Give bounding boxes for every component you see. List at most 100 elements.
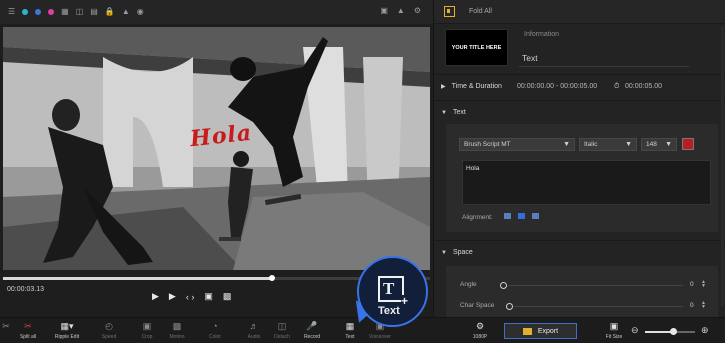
prev-next-icon[interactable]: ‹ › <box>186 292 195 302</box>
tool-ripple-edit[interactable]: ▦▾ Ripple Edit <box>51 321 83 340</box>
duration-value: 00:00:05.00 <box>625 83 662 90</box>
zoom-in-icon[interactable]: ⊕ <box>701 325 709 336</box>
current-timecode: 00:00:03.13 <box>7 286 44 293</box>
panel-toggle-icon[interactable] <box>444 6 455 17</box>
play-frame-icon[interactable]: ▶​ <box>169 291 176 302</box>
font-color-swatch[interactable] <box>682 138 694 150</box>
stepper-icon[interactable]: ▲ ▼ <box>701 280 706 289</box>
fold-all-label: Fold All <box>469 8 492 15</box>
panel-header: Fold All <box>434 0 725 24</box>
export-button[interactable]: Export <box>504 323 577 339</box>
tool-record[interactable]: 🎤 Record <box>296 321 328 340</box>
export-icon <box>522 327 532 335</box>
playback-controls: ▶ ▶​ ‹ › ▣ ▩ <box>152 291 231 302</box>
display-settings-icon[interactable]: ▩ <box>223 291 232 302</box>
angle-slider-handle[interactable] <box>500 282 507 289</box>
tool-color[interactable]: ◔ Color <box>199 321 231 340</box>
properties-panel: Fold All YOUR TITLE HERE Information Tex… <box>433 0 725 317</box>
fullscreen-icon[interactable]: ▣ <box>204 291 213 302</box>
resolution-button[interactable]: ⚙ 1080P <box>464 321 496 340</box>
export-label: Export <box>537 327 559 335</box>
time-duration-section-header[interactable]: ▶ Time & Duration <box>441 83 502 90</box>
video-editor-window: ☰ ▦ ◫ ▤ 🔒 ▲ ◉ ▣ ▲ ⚙ Hola 00:00:03.13 ▶ ▶… <box>0 0 725 343</box>
title-thumbnail[interactable]: YOUR TITLE HERE <box>445 29 508 66</box>
zoom-handle[interactable] <box>669 328 677 335</box>
fit-size-button[interactable]: ▣ Fit Size <box>598 321 630 340</box>
layers-icon[interactable]: ▤ <box>90 8 98 16</box>
align-left-icon[interactable] <box>504 213 511 219</box>
color-dot-blue[interactable] <box>35 9 42 15</box>
grid-icon[interactable]: ▦ <box>61 8 69 16</box>
tool-detach[interactable]: ◫ Detach <box>266 321 298 340</box>
audio-icon: ♬ <box>249 321 259 331</box>
information-value[interactable]: Text <box>522 53 538 63</box>
fold-all-button[interactable]: Fold All <box>469 8 492 15</box>
information-label: Information <box>524 31 560 38</box>
tool-label: Text <box>345 334 355 340</box>
settings-icon[interactable]: ⚙ <box>414 7 421 15</box>
zoom-slider[interactable]: ⊖ ⊕ <box>631 325 711 336</box>
space-section-header[interactable]: ▼ Space <box>441 249 473 256</box>
expand-arrow-icon: ▼ <box>441 249 447 256</box>
color-dot-pink[interactable] <box>48 9 55 15</box>
tool-label: Color <box>209 334 221 340</box>
tool-label: Record <box>303 334 321 340</box>
tool-label: Crop <box>141 334 153 340</box>
scissors-icon: ✂ <box>2 321 10 331</box>
callout-label: Text <box>378 305 400 317</box>
font-family-value: Brush Script MT <box>464 141 511 148</box>
time-range-value: 00:00:00.00 - 00:00:05.00 <box>517 83 598 90</box>
resolution-icon: ⚙ <box>475 321 485 331</box>
video-preview[interactable]: Hola <box>3 27 430 270</box>
angle-slider-track[interactable] <box>508 285 683 286</box>
scrubber-progress <box>3 277 272 280</box>
play-icon[interactable]: ▶ <box>152 291 159 302</box>
char-space-value[interactable]: 0 <box>690 302 694 309</box>
chevron-down-icon: ▼ <box>625 141 632 148</box>
information-underline <box>519 66 689 67</box>
eye-icon[interactable]: ◉ <box>137 8 144 16</box>
library-icon[interactable]: ☰ <box>8 8 15 16</box>
text-section-header[interactable]: ▼ Text <box>441 109 466 116</box>
align-right-icon[interactable] <box>532 213 539 219</box>
tool-label: Detach <box>274 334 290 340</box>
text-icon: ▦ <box>345 321 355 331</box>
align-center-icon[interactable] <box>518 213 525 219</box>
stepper-icon[interactable]: ▲ ▼ <box>701 301 706 310</box>
tool-label: Split all <box>19 334 37 340</box>
color-icon: ◔ <box>212 321 218 331</box>
scrubber-handle[interactable] <box>269 275 275 281</box>
space-section-label: Space <box>452 249 473 256</box>
microphone-icon: 🎤 <box>306 321 318 331</box>
resolution-label: 1080P <box>472 334 488 340</box>
zoom-out-icon[interactable]: ⊖ <box>631 325 639 336</box>
tool-split-all[interactable]: ✂ Split all <box>12 321 44 340</box>
tool-label: Audio <box>247 334 261 340</box>
char-space-label: Char Space <box>460 302 495 309</box>
tool-label: Speed <box>101 334 117 340</box>
angle-value[interactable]: 0 <box>690 281 694 288</box>
color-dot-teal[interactable] <box>22 9 29 15</box>
tool-speed[interactable]: ◴ Speed <box>93 321 125 340</box>
divider <box>434 240 725 241</box>
tool-crop[interactable]: ▣ Crop <box>131 321 163 340</box>
ripple-edit-icon: ▦▾ <box>60 321 74 331</box>
volume-icon[interactable]: ▲ <box>122 8 130 16</box>
collapse-arrow-icon: ▶ <box>441 84 446 90</box>
expand-arrow-icon: ▼ <box>441 109 447 116</box>
tool-label: Voiceover <box>369 334 391 340</box>
quality-icon[interactable]: ▲ <box>397 7 405 15</box>
lock-icon[interactable]: 🔒 <box>105 8 115 16</box>
font-family-select[interactable]: Brush Script MT ▼ <box>459 138 575 151</box>
font-style-select[interactable]: Italic ▼ <box>579 138 637 151</box>
split-icon[interactable]: ◫ <box>76 8 84 16</box>
tool-motion[interactable]: ▩ Motion <box>161 321 193 340</box>
char-space-slider-handle[interactable] <box>506 303 513 310</box>
text-content-input[interactable]: Hola <box>462 160 711 205</box>
font-size-select[interactable]: 148 ▼ <box>641 138 677 151</box>
tool-label: Ripple Edit <box>54 334 80 340</box>
char-space-slider-track[interactable] <box>514 306 683 307</box>
panel-scrollbar[interactable] <box>721 26 724 306</box>
divider <box>434 100 725 101</box>
snapshot-icon[interactable]: ▣ <box>380 7 388 15</box>
